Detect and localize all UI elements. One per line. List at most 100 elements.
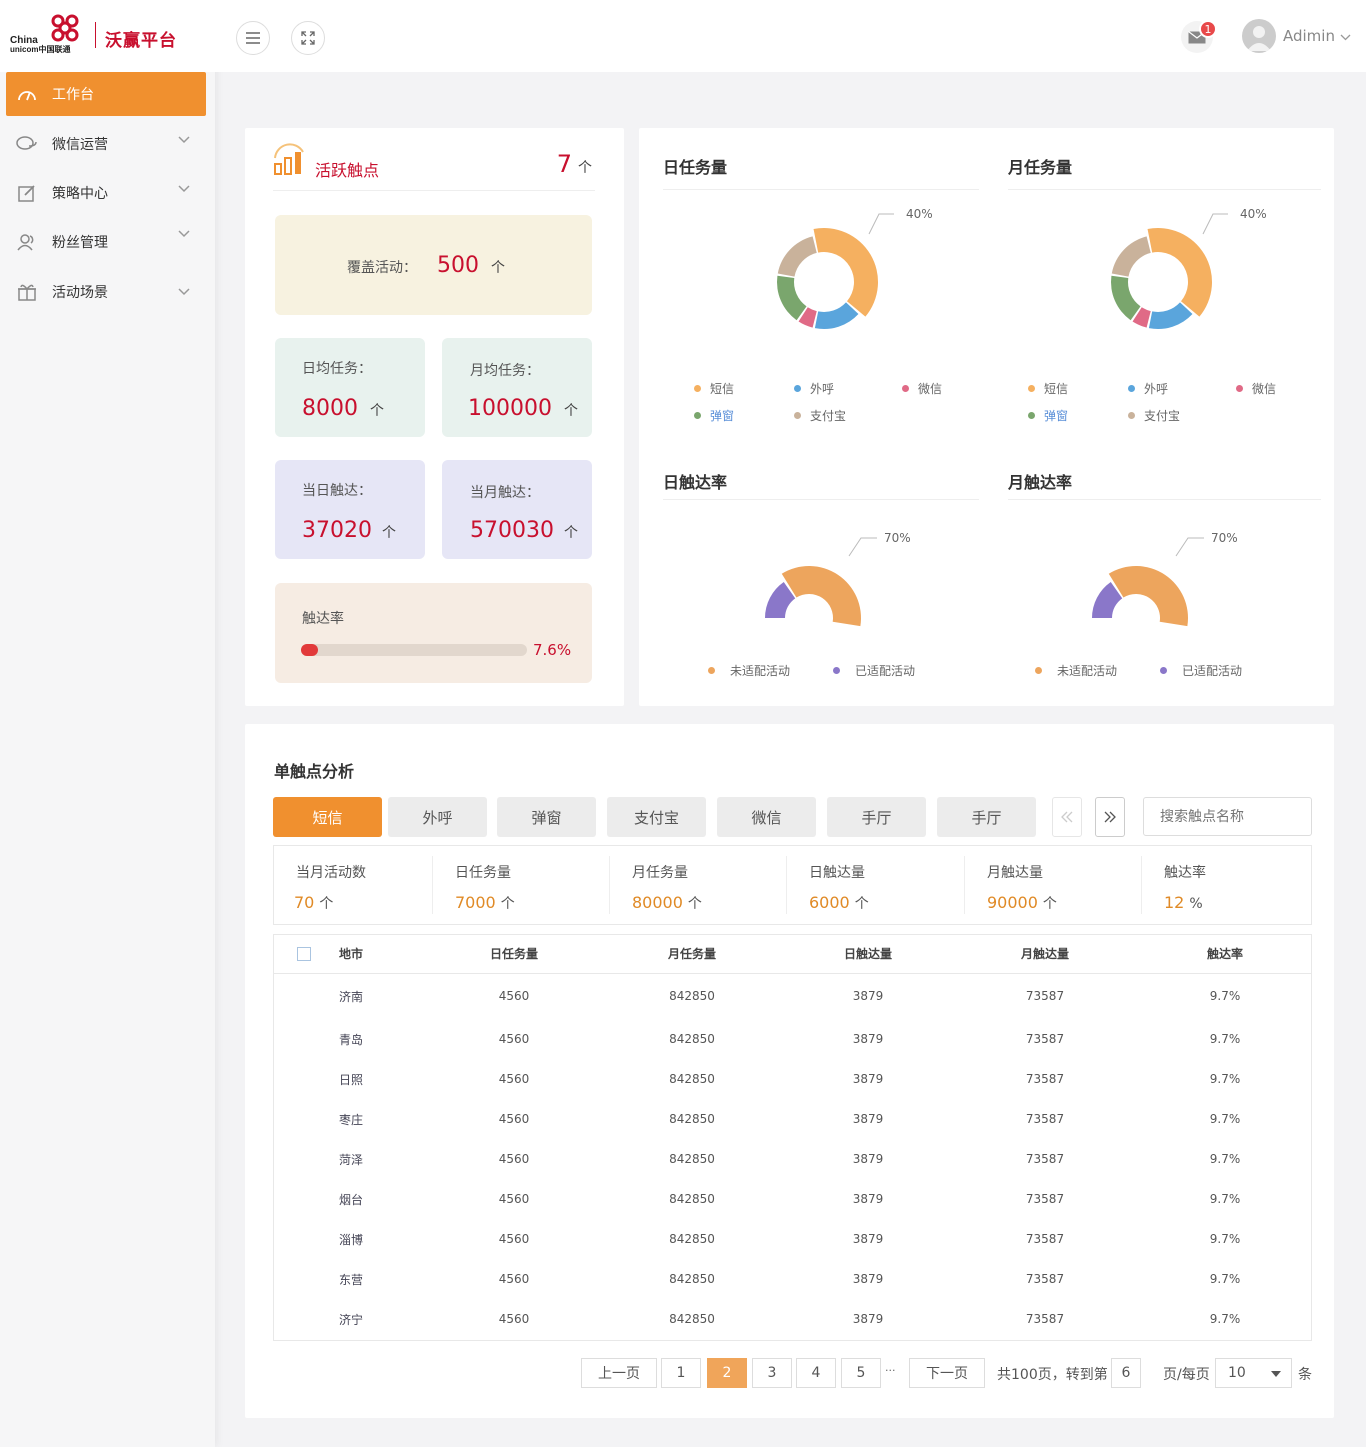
column-header-daily-task[interactable]: 日任务量 <box>429 935 599 973</box>
legend-item[interactable]: 已适配活动 <box>833 662 915 679</box>
sidebar-item-scenes[interactable]: 活动场景 <box>6 270 206 314</box>
tabs-prev-button[interactable] <box>1052 797 1082 837</box>
dashboard-icon <box>16 83 38 105</box>
sidebar-item-strategy[interactable]: 策略中心 <box>6 171 206 215</box>
table-cell: 9.7% <box>1209 1112 1241 1126</box>
table-row[interactable]: 青岛 4560 842850 3879 73587 9.7% <box>274 1019 1311 1059</box>
legend-label: 外呼 <box>810 382 835 396</box>
row-select-cell <box>274 1099 334 1139</box>
table-row[interactable]: 东营 4560 842850 3879 73587 9.7% <box>274 1259 1311 1299</box>
goto-page-input[interactable]: 6 <box>1111 1358 1141 1388</box>
legend-item[interactable]: 外呼 <box>794 380 834 397</box>
legend-item[interactable]: 支付宝 <box>1128 407 1180 424</box>
logo-divider <box>95 22 96 48</box>
monthly-task-label: 月均任务： <box>470 363 540 379</box>
user-name[interactable]: Adimin <box>1283 27 1335 45</box>
page-button[interactable]: 4 <box>796 1358 836 1388</box>
legend-dot <box>794 385 801 392</box>
table-row[interactable]: 淄博 4560 842850 3879 73587 9.7% <box>274 1219 1311 1259</box>
column-header-reach-rate[interactable]: 触达率 <box>1139 935 1311 973</box>
legend-item[interactable]: 支付宝 <box>794 407 846 424</box>
table-row[interactable]: 日照 4560 842850 3879 73587 9.7% <box>274 1059 1311 1099</box>
row-select-cell <box>274 1019 334 1059</box>
legend-label: 短信 <box>710 382 735 396</box>
column-header-monthly-task[interactable]: 月任务量 <box>599 935 785 973</box>
metric-label: 当月活动数 <box>296 865 366 881</box>
column-header-daily-reach[interactable]: 日触达量 <box>785 935 951 973</box>
tab-popup[interactable]: 弹窗 <box>497 797 596 837</box>
metric-value: 80000 个 <box>632 893 702 913</box>
table-cell: 9.7% <box>1209 1152 1241 1166</box>
reach-rate-progress-fill <box>301 644 319 656</box>
page-button-current[interactable]: 2 <box>707 1358 747 1388</box>
legend-item[interactable]: 微信 <box>902 380 942 397</box>
legend-item[interactable]: 未适配活动 <box>708 662 790 679</box>
touchpoint-title: 活跃触点 <box>315 161 380 180</box>
table-cell: 济南 <box>339 989 364 1004</box>
avatar[interactable] <box>1242 19 1276 53</box>
logo-text-en: China unicom中国联通 <box>10 36 70 55</box>
legend-item[interactable]: 弹窗 <box>694 407 734 424</box>
daily-task-donut-chart: 40% <box>777 208 933 329</box>
legend-label: 未适配活动 <box>730 664 791 678</box>
legend-item[interactable]: 未适配活动 <box>1035 662 1117 679</box>
metric-unit: 个 <box>500 896 515 912</box>
table-row[interactable]: 枣庄 4560 842850 3879 73587 9.7% <box>274 1099 1311 1139</box>
table-cell: 枣庄 <box>339 1112 364 1127</box>
sidebar-item-label: 工作台 <box>52 87 94 103</box>
legend-item[interactable]: 短信 <box>694 380 734 397</box>
search-input[interactable] <box>1143 797 1312 836</box>
row-select-cell <box>274 1259 334 1299</box>
edit-icon <box>16 182 38 204</box>
legend-item[interactable]: 短信 <box>1028 380 1068 397</box>
page-button[interactable]: 3 <box>752 1358 792 1388</box>
chevron-down-icon[interactable] <box>1340 34 1351 41</box>
metric-item: 月触达量 90000 个 <box>964 856 1141 914</box>
tab-sms[interactable]: 短信 <box>273 797 382 837</box>
metric-item: 月任务量 80000 个 <box>609 856 786 914</box>
sidebar-item-fans[interactable]: 粉丝管理 <box>6 220 206 264</box>
metric-number: 6000 <box>809 893 850 912</box>
label-leader-line <box>1175 537 1204 557</box>
menu-toggle-button[interactable] <box>236 21 270 55</box>
column-header-city[interactable]: 地市 <box>334 935 429 973</box>
fullscreen-button[interactable] <box>291 21 325 55</box>
divider <box>663 499 979 500</box>
table-row[interactable]: 济宁 4560 842850 3879 73587 9.7% <box>274 1299 1311 1339</box>
chat-icon <box>16 133 38 155</box>
tab-alipay[interactable]: 支付宝 <box>607 797 706 837</box>
table-cell: 9.7% <box>1209 1072 1241 1086</box>
tab-wechat[interactable]: 微信 <box>717 797 816 837</box>
per-page-select[interactable]: 10 <box>1215 1358 1292 1388</box>
sidebar-item-workbench[interactable]: 工作台 <box>6 72 206 116</box>
table-row[interactable]: 烟台 4560 842850 3879 73587 9.7% <box>274 1179 1311 1219</box>
page-button[interactable]: 5 <box>841 1358 881 1388</box>
brand-name: 沃赢平台 <box>105 31 177 51</box>
reach-rate-value: 7.6% <box>533 641 572 659</box>
sidebar-item-wechat-ops[interactable]: 微信运营 <box>6 122 206 166</box>
cover-activity-box: 覆盖活动： 500 个 <box>275 215 592 315</box>
page-button[interactable]: 1 <box>661 1358 701 1388</box>
sidebar-item-label: 活动场景 <box>52 285 108 301</box>
tab-call[interactable]: 外呼 <box>388 797 487 837</box>
legend-item[interactable]: 已适配活动 <box>1160 662 1242 679</box>
prev-page-button[interactable]: 上一页 <box>581 1358 657 1388</box>
metric-number: 80000 <box>632 893 683 912</box>
next-page-button[interactable]: 下一页 <box>909 1358 985 1388</box>
table-cell: 菏泽 <box>339 1152 364 1167</box>
tabs-next-button[interactable] <box>1095 797 1125 837</box>
touchpoint-count-value: 7 <box>556 150 572 178</box>
divider <box>663 189 979 190</box>
column-header-monthly-reach[interactable]: 月触达量 <box>951 935 1139 973</box>
metric-unit: % <box>1189 896 1203 912</box>
table-row[interactable]: 济南 4560 842850 3879 73587 9.7% <box>274 973 1311 1019</box>
tab-mobile-hall-1[interactable]: 手厅 <box>827 797 926 837</box>
legend-item[interactable]: 外呼 <box>1128 380 1168 397</box>
select-all-checkbox[interactable] <box>297 947 311 961</box>
tab-mobile-hall-2[interactable]: 手厅 <box>937 797 1036 837</box>
daily-task-label: 日均任务： <box>302 361 372 377</box>
legend-item[interactable]: 弹窗 <box>1028 407 1068 424</box>
legend-item[interactable]: 微信 <box>1236 380 1276 397</box>
table-row[interactable]: 菏泽 4560 842850 3879 73587 9.7% <box>274 1139 1311 1179</box>
table-cell: 4560 <box>498 1192 530 1206</box>
